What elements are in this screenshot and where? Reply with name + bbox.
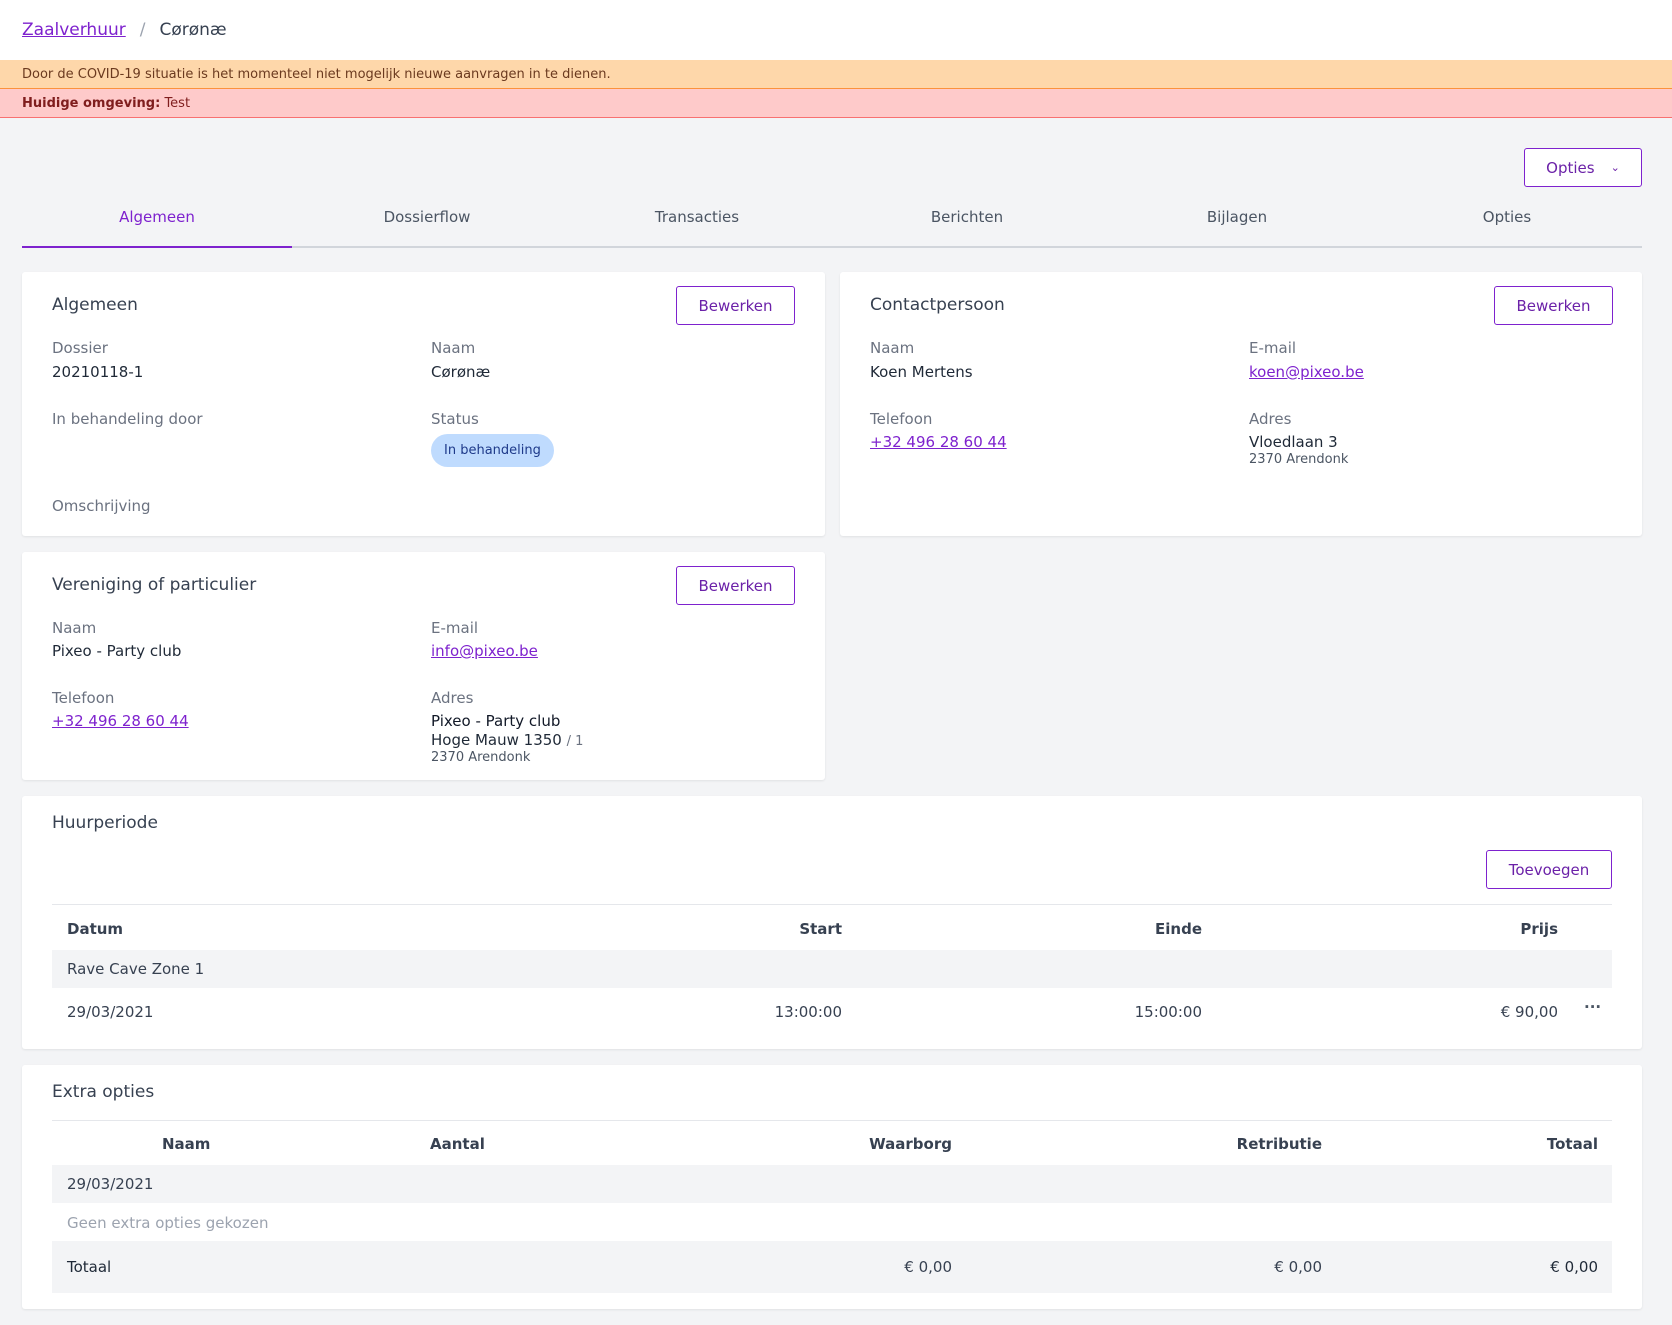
column-header-start: Start (799, 920, 842, 938)
environment-value: Test (164, 96, 191, 111)
breadcrumb-separator: / (139, 20, 146, 40)
organisation-edit-button[interactable]: Bewerken (676, 566, 795, 605)
tab-berichten[interactable]: Berichten (832, 196, 1102, 246)
dossier-label: Dossier (52, 339, 108, 357)
rental-period-title: Huurperiode (52, 813, 158, 833)
chevron-down-icon: ⌄ (1610, 161, 1620, 174)
column-header-total: Totaal (1546, 1135, 1598, 1153)
breadcrumb: Zaalverhuur / Cørønæ (22, 20, 227, 40)
tab-algemeen[interactable]: Algemeen (22, 196, 292, 248)
tab-transacties[interactable]: Transacties (562, 196, 832, 246)
group-name: Rave Cave Zone 1 (67, 960, 205, 978)
contact-email-label: E-mail (1249, 339, 1297, 357)
organisation-phone-link[interactable]: +32 496 28 60 44 (52, 712, 189, 730)
row-more-icon[interactable]: ··· (1584, 998, 1601, 1016)
contact-email-link[interactable]: koen@pixeo.be (1249, 363, 1364, 381)
totals-label: Totaal (67, 1258, 112, 1276)
contact-card: Contactpersoon Bewerken Naam Koen Merten… (840, 272, 1642, 536)
options-dropdown-label: Opties (1546, 158, 1595, 177)
row-price: € 90,00 (1500, 1003, 1558, 1021)
tab-bijlagen[interactable]: Bijlagen (1102, 196, 1372, 246)
column-header-quantity: Aantal (430, 1135, 485, 1153)
contact-address-line1: Vloedlaan 3 (1249, 433, 1338, 451)
organisation-name-value: Pixeo - Party club (52, 642, 182, 660)
contact-name-value: Koen Mertens (870, 363, 973, 381)
table-divider (52, 1120, 1612, 1121)
contact-edit-button[interactable]: Bewerken (1494, 286, 1613, 325)
rental-period-card: Huurperiode Toevoegen Datum Start Einde … (22, 796, 1642, 1049)
column-header-deposit: Waarborg (869, 1135, 952, 1153)
column-header-date: Datum (67, 920, 124, 938)
organisation-address-city: 2370 Arendonk (431, 750, 531, 765)
environment-banner: Huidige omgeving: Test (0, 89, 1672, 118)
totals-total: € 0,00 (1550, 1258, 1598, 1276)
organisation-address-box: / 1 (566, 734, 584, 749)
group-date: 29/03/2021 (67, 1175, 154, 1193)
totals-row: Totaal € 0,00 € 0,00 € 0,00 (52, 1241, 1612, 1293)
dossier-value: 20210118-1 (52, 363, 144, 381)
top-bar: Zaalverhuur / Cørønæ (0, 0, 1672, 60)
breadcrumb-link-zaalverhuur[interactable]: Zaalverhuur (22, 20, 126, 40)
totals-deposit: € 0,00 (904, 1258, 952, 1276)
table-divider (52, 904, 1612, 905)
table-group-row: Rave Cave Zone 1 (52, 950, 1612, 988)
breadcrumb-current: Cørønæ (159, 20, 227, 40)
column-header-fee: Retributie (1236, 1135, 1322, 1153)
description-label: Omschrijving (52, 497, 151, 515)
environment-label: Huidige omgeving: (22, 96, 161, 111)
contact-phone-label: Telefoon (870, 410, 933, 428)
extra-options-card: Extra opties Naam Aantal Waarborg Retrib… (22, 1065, 1642, 1309)
status-badge: In behandeling (431, 434, 554, 467)
contact-name-label: Naam (870, 339, 915, 357)
contact-card-title: Contactpersoon (870, 295, 1005, 315)
organisation-address-street: Hoge Mauw 1350 / 1 (431, 731, 583, 749)
organisation-card-title: Vereniging of particulier (52, 575, 257, 595)
organisation-card: Vereniging of particulier Bewerken Naam … (22, 552, 825, 780)
tab-opties[interactable]: Opties (1372, 196, 1642, 246)
organisation-phone-label: Telefoon (52, 689, 115, 707)
organisation-address-label: Adres (431, 689, 474, 707)
options-dropdown-button[interactable]: Opties ⌄ (1524, 148, 1642, 187)
status-label: Status (431, 410, 479, 428)
contact-address-label: Adres (1249, 410, 1292, 428)
empty-state-text: Geen extra opties gekozen (67, 1214, 269, 1232)
general-card-title: Algemeen (52, 295, 138, 315)
tab-bar: Algemeen Dossierflow Transacties Bericht… (22, 196, 1642, 248)
contact-address-line2: 2370 Arendonk (1249, 452, 1349, 467)
row-start: 13:00:00 (774, 1003, 842, 1021)
column-header-name: Naam (162, 1135, 211, 1153)
organisation-email-link[interactable]: info@pixeo.be (431, 642, 538, 660)
general-card: Algemeen Bewerken Dossier 20210118-1 Naa… (22, 272, 825, 536)
row-date: 29/03/2021 (67, 1003, 154, 1021)
organisation-address-name: Pixeo - Party club (431, 712, 561, 730)
organisation-email-label: E-mail (431, 619, 479, 637)
organisation-name-label: Naam (52, 619, 97, 637)
name-value: Cørønæ (431, 363, 491, 381)
covid-warning-banner: Door de COVID-19 situatie is het momente… (0, 60, 1672, 89)
organisation-address-street-text: Hoge Mauw 1350 (431, 731, 562, 749)
tab-dossierflow[interactable]: Dossierflow (292, 196, 562, 246)
contact-phone-link[interactable]: +32 496 28 60 44 (870, 433, 1007, 451)
column-header-price: Prijs (1520, 920, 1558, 938)
column-header-end: Einde (1155, 920, 1202, 938)
row-end: 15:00:00 (1134, 1003, 1202, 1021)
general-edit-button[interactable]: Bewerken (676, 286, 795, 325)
name-label: Naam (431, 339, 476, 357)
extra-options-title: Extra opties (52, 1082, 155, 1102)
add-rental-button[interactable]: Toevoegen (1486, 850, 1612, 889)
table-group-row: 29/03/2021 (52, 1165, 1612, 1203)
totals-fee: € 0,00 (1274, 1258, 1322, 1276)
handler-label: In behandeling door (52, 410, 203, 428)
